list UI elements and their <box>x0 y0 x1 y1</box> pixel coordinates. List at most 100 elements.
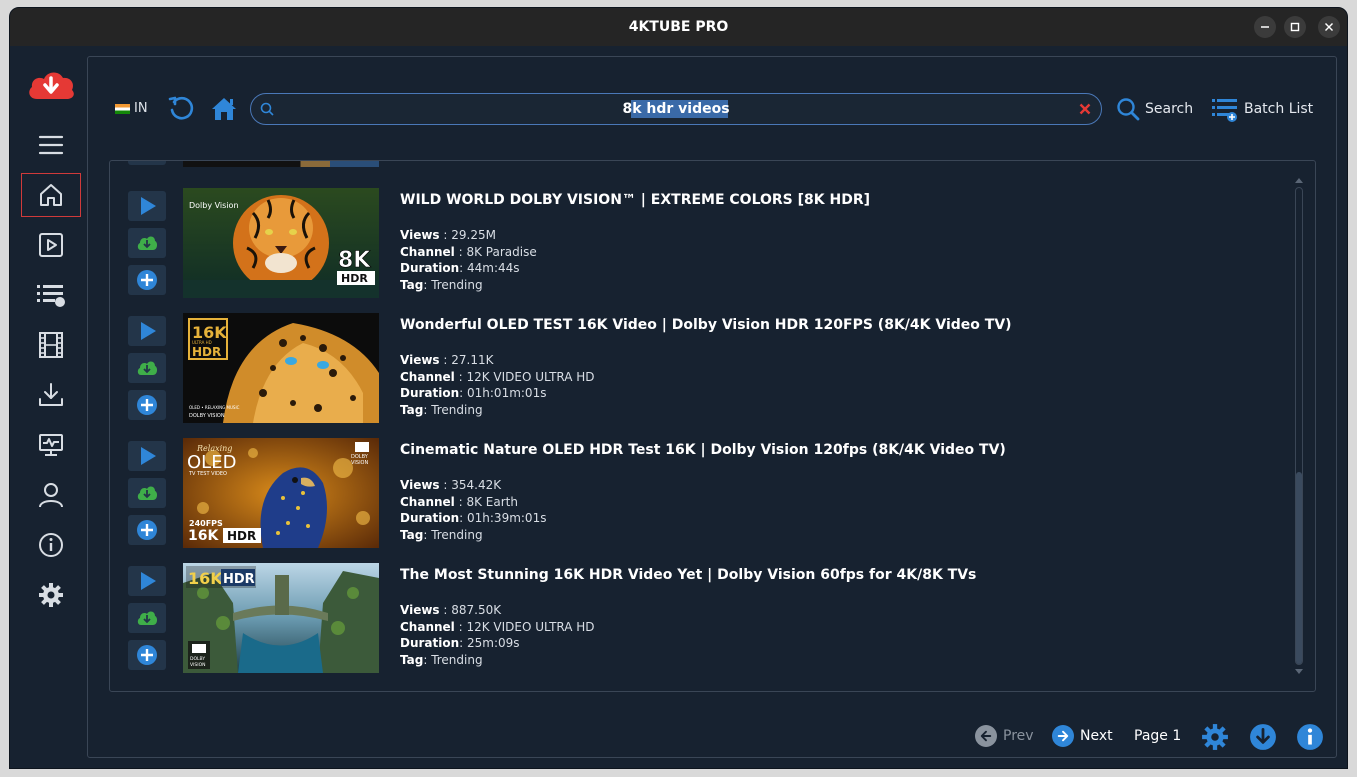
video-row: 16K ULTRA HD HDR OLED • RELAXING MUSIC D… <box>110 313 1280 423</box>
duration-label: Duration <box>400 386 460 400</box>
search-input[interactable] <box>281 97 1071 121</box>
scroll-down-arrow[interactable] <box>1295 668 1303 676</box>
play-button[interactable] <box>128 316 166 346</box>
partial-row-button <box>128 161 166 165</box>
refresh-button[interactable] <box>167 95 195 123</box>
tag-value: Trending <box>431 402 483 417</box>
search-icon <box>260 102 274 116</box>
thumb-badge-top: Dolby Vision <box>189 201 239 210</box>
next-page-button[interactable]: Next <box>1052 721 1113 751</box>
title-bar[interactable]: 4KTUBE PRO <box>10 8 1347 46</box>
sidebar-item-menu[interactable] <box>21 123 81 167</box>
thumb-badge-small: HDR <box>223 572 255 587</box>
download-button[interactable] <box>128 228 166 258</box>
add-to-batch-button[interactable] <box>128 515 166 545</box>
maximize-button[interactable] <box>1284 16 1306 38</box>
pagination-bar: Prev Next Page 1 <box>88 721 1336 751</box>
parrot-thumbnail-image: Relaxing OLED TV TEST VIDEO 240FPS 16K H… <box>183 438 379 548</box>
tag-label: Tag <box>400 277 424 292</box>
download-button[interactable] <box>128 478 166 508</box>
sidebar-item-queue[interactable] <box>21 273 81 317</box>
video-row: 16K HDR DOLBY VISION The Most Stunning 1… <box>110 563 1280 673</box>
video-title[interactable]: WILD WORLD DOLBY VISION™ | EXTREME COLOR… <box>400 192 1260 208</box>
duration-value: 44m:44s <box>467 261 520 275</box>
download-button[interactable] <box>128 603 166 633</box>
add-to-batch-button[interactable] <box>128 390 166 420</box>
home-button[interactable] <box>210 95 238 123</box>
hamburger-menu-icon <box>38 135 64 155</box>
sidebar-item-home[interactable] <box>21 173 81 217</box>
leopard-thumbnail-image: 16K ULTRA HD HDR OLED • RELAXING MUSIC D… <box>183 313 379 423</box>
close-button[interactable] <box>1318 16 1340 38</box>
sidebar-item-account[interactable] <box>21 473 81 517</box>
sidebar-item-media[interactable] <box>21 323 81 367</box>
batch-list-button[interactable]: Batch List <box>1211 93 1313 125</box>
duration-line: Duration: 01h:39m:01s <box>400 511 547 525</box>
views-value: 354.42K <box>451 478 502 492</box>
video-thumbnail[interactable]: 16K HDR DOLBY VISION <box>183 563 379 673</box>
sidebar-item-monitor[interactable] <box>21 423 81 467</box>
tag-label: Tag <box>400 652 424 667</box>
clear-search-button[interactable] <box>1077 101 1093 117</box>
thumb-badge-big: 8K <box>338 248 371 273</box>
channel-value: 8K Paradise <box>466 244 537 259</box>
refresh-icon <box>168 96 194 120</box>
play-button[interactable] <box>128 566 166 596</box>
video-title[interactable]: Wonderful OLED TEST 16K Video | Dolby Vi… <box>400 317 1260 333</box>
country-code: IN <box>134 101 148 116</box>
playlist-icon <box>37 285 65 307</box>
views-line: Views : 354.42K <box>400 478 502 492</box>
video-thumbnail[interactable]: Relaxing OLED TV TEST VIDEO 240FPS 16K H… <box>183 438 379 548</box>
info-button[interactable] <box>1296 723 1324 751</box>
duration-line: Duration: 44m:44s <box>400 261 520 275</box>
download-circle-icon <box>1250 724 1276 750</box>
user-icon <box>39 483 63 508</box>
sidebar-item-settings[interactable] <box>21 573 81 617</box>
video-thumbnail[interactable]: 16K ULTRA HD HDR OLED • RELAXING MUSIC D… <box>183 313 379 423</box>
country-selector[interactable]: IN <box>115 101 148 116</box>
cloud-download-icon <box>137 361 158 375</box>
video-title[interactable]: The Most Stunning 16K HDR Video Yet | Do… <box>400 567 1260 583</box>
info-circle-icon <box>1297 724 1323 750</box>
views-line: Views : 27.11K <box>400 353 494 367</box>
tag-value: Trending <box>431 277 483 292</box>
video-info: The Most Stunning 16K HDR Video Yet | Do… <box>400 567 1260 668</box>
search-bar <box>250 93 1102 125</box>
prev-label: Prev <box>1003 728 1034 744</box>
duration-value: 25m:09s <box>467 636 520 650</box>
video-thumbnail[interactable]: Dolby Vision 8K HDR <box>183 188 379 298</box>
add-to-batch-button[interactable] <box>128 265 166 295</box>
thumb-footer-2: DOLBY VISION <box>189 413 225 419</box>
sidebar-item-player[interactable] <box>21 223 81 267</box>
cloud-download-icon <box>137 611 158 625</box>
add-to-batch-button[interactable] <box>128 640 166 670</box>
prev-page-button[interactable]: Prev <box>975 721 1034 751</box>
settings-button[interactable] <box>1201 723 1229 751</box>
play-button[interactable] <box>128 441 166 471</box>
minimize-button[interactable] <box>1254 16 1276 38</box>
sidebar-item-downloads[interactable] <box>21 373 81 417</box>
search-button[interactable]: Search <box>1116 93 1193 125</box>
channel-line: Channel : 8K Earth <box>400 494 518 509</box>
duration-line: Duration: 01h:01m:01s <box>400 386 547 400</box>
downloads-button[interactable] <box>1249 723 1277 751</box>
scrollbar[interactable] <box>1295 187 1303 665</box>
channel-label: Channel <box>400 619 455 634</box>
sidebar-item-about[interactable] <box>21 523 81 567</box>
tag-value: Trending <box>431 652 483 667</box>
close-icon <box>1079 103 1091 115</box>
channel-value: 12K VIDEO ULTRA HD <box>466 619 595 634</box>
download-button[interactable] <box>128 353 166 383</box>
video-title[interactable]: Cinematic Nature OLED HDR Test 16K | Dol… <box>400 442 1260 458</box>
thumb-big: OLED <box>187 452 236 473</box>
arrow-right-icon <box>1052 725 1074 747</box>
play-icon <box>141 322 156 340</box>
channel-label: Channel <box>400 369 455 384</box>
scrollbar-thumb[interactable] <box>1296 472 1302 664</box>
channel-label: Channel <box>400 244 455 259</box>
search-icon <box>1117 98 1140 121</box>
minimize-icon <box>1261 26 1269 28</box>
play-button[interactable] <box>128 191 166 221</box>
tag-line: Tag: Trending <box>400 402 483 417</box>
scroll-up-arrow[interactable] <box>1295 176 1303 184</box>
